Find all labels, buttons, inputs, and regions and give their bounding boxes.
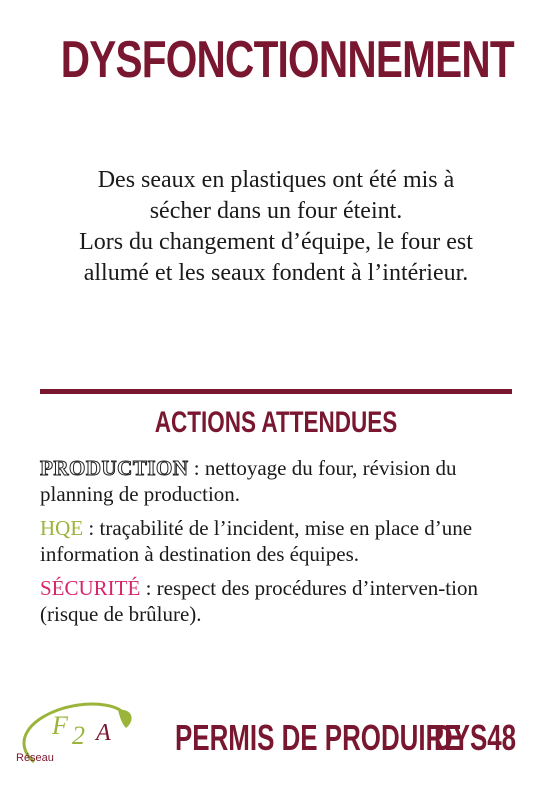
- securite-tag: SÉCURITÉ: [40, 576, 141, 600]
- problem-description: Des seaux en plastiques ont été mis à sé…: [40, 165, 512, 289]
- section-title: ACTIONS ATTENDUES: [154, 406, 398, 439]
- logo-network-label: Réseau: [16, 752, 54, 764]
- description-line: Des seaux en plastiques ont été mis à: [97, 167, 455, 193]
- action-securite: SÉCURITÉ : respect des procédures d’inte…: [40, 575, 512, 627]
- action-text: : traçabilité de l’incident, mise en pla…: [40, 516, 473, 566]
- production-tag: PRODUCTION: [40, 456, 189, 481]
- f2a-logo: F 2 A Réseau: [14, 700, 139, 770]
- description-line: Lors du changement d’équipe, le four est: [79, 229, 473, 255]
- svg-text:A: A: [94, 720, 111, 746]
- action-production: PRODUCTION : nettoyage du four, révision…: [40, 455, 512, 507]
- footer-code: DYS48: [433, 717, 516, 758]
- action-hqe: HQE : traçabilité de l’incident, mise en…: [40, 515, 512, 567]
- svg-text:2: 2: [72, 721, 85, 750]
- section-divider: [40, 389, 512, 394]
- svg-text:F: F: [51, 711, 69, 740]
- f2a-logo-icon: F 2 A Réseau: [16, 702, 132, 764]
- hqe-tag: HQE: [40, 516, 84, 540]
- card-title: DYSFONCTIONNEMENT: [60, 31, 515, 89]
- description-line: sécher dans un four éteint.: [149, 198, 403, 224]
- footer-label: PERMIS DE PRODUIRE: [175, 717, 462, 758]
- actions-list: PRODUCTION : nettoyage du four, révision…: [40, 455, 512, 635]
- description-line: allumé et les seaux fondent à l’intérieu…: [83, 260, 469, 286]
